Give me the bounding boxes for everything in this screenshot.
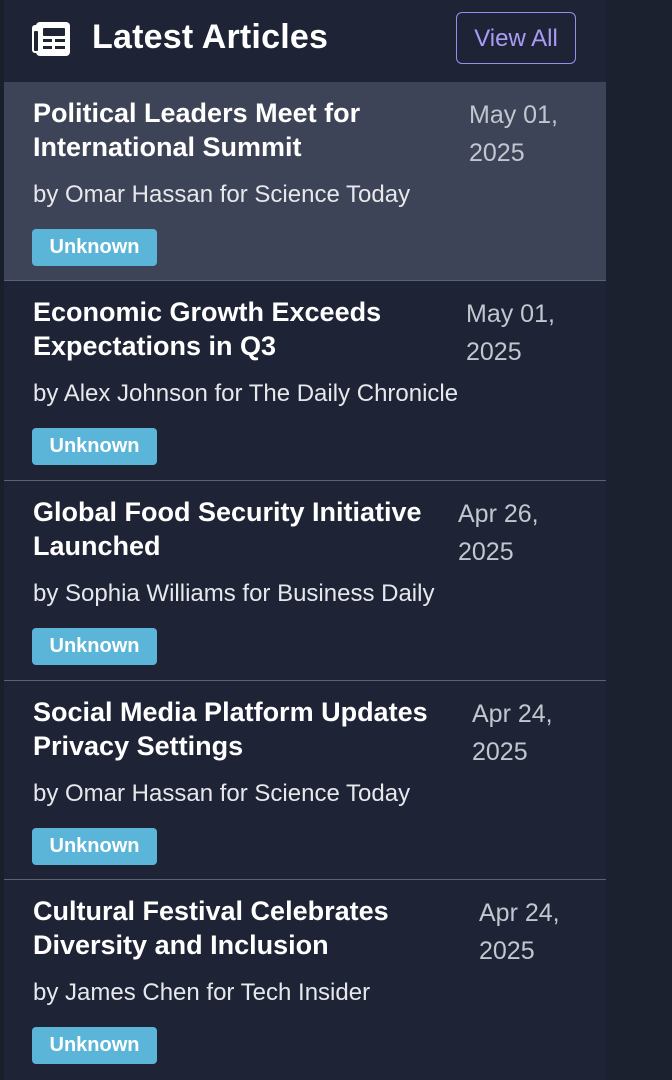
newspaper-icon (32, 22, 70, 56)
article-date: May 01, 2025 (469, 101, 558, 167)
status-badge: Unknown (32, 1027, 157, 1064)
article-item[interactable]: Global Food Security Initiative Launched… (4, 481, 606, 681)
article-title[interactable]: Global Food Security Initiative Launched (33, 495, 453, 563)
article-date: May 01, 2025 (466, 300, 555, 366)
article-title[interactable]: Economic Growth Exceeds Expectations in … (33, 295, 453, 363)
article-title[interactable]: Political Leaders Meet for International… (33, 96, 453, 164)
article-date: Apr 26, 2025 (458, 500, 539, 566)
article-byline: by Sophia Williams for Business Daily (33, 580, 435, 607)
status-badge: Unknown (32, 229, 157, 266)
panel-header: Latest Articles View All (4, 0, 606, 82)
status-badge: Unknown (32, 828, 157, 865)
article-date: Apr 24, 2025 (472, 700, 553, 766)
article-item[interactable]: Political Leaders Meet for International… (4, 82, 606, 281)
article-item[interactable]: Cultural Festival Celebrates Diversity a… (4, 880, 606, 1080)
article-byline: by Omar Hassan for Science Today (33, 181, 411, 208)
article-date: Apr 24, 2025 (479, 899, 560, 965)
status-badge: Unknown (32, 628, 157, 665)
page-title: Latest Articles (92, 18, 329, 56)
article-byline: by Omar Hassan for Science Today (33, 780, 411, 807)
article-item[interactable]: Social Media Platform Updates Privacy Se… (4, 681, 606, 880)
article-item[interactable]: Economic Growth Exceeds Expectations in … (4, 281, 606, 481)
article-byline: by James Chen for Tech Insider (33, 979, 371, 1006)
article-title[interactable]: Social Media Platform Updates Privacy Se… (33, 695, 453, 763)
article-byline: by Alex Johnson for The Daily Chronicle (33, 380, 459, 407)
right-strip (606, 0, 672, 1080)
status-badge: Unknown (32, 428, 157, 465)
view-all-button[interactable]: View All (456, 12, 576, 64)
article-title[interactable]: Cultural Festival Celebrates Diversity a… (33, 894, 453, 962)
